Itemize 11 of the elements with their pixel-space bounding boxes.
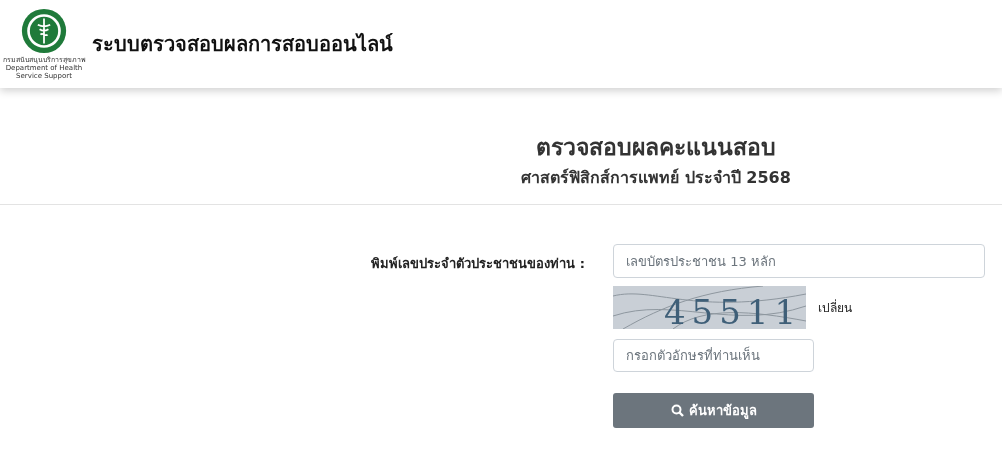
emblem-icon bbox=[21, 8, 67, 54]
search-button[interactable]: ค้นหาข้อมูล bbox=[613, 393, 814, 428]
page-subtitle: ศาสตร์ฟิสิกส์การแพทย์ ประจำปี 2568 bbox=[520, 167, 792, 189]
refresh-captcha-link[interactable]: เปลี่ยน bbox=[818, 298, 852, 317]
search-icon bbox=[670, 404, 684, 417]
site-title: ระบบตรวจสอบผลการสอบออนไลน์ bbox=[92, 31, 393, 58]
captcha-image: 45511 bbox=[613, 286, 806, 329]
id-label: พิมพ์เลขประจำตัวประชาชนของท่าน : bbox=[370, 255, 585, 273]
page-title: ตรวจสอบผลคะแนนสอบ bbox=[535, 133, 777, 162]
captcha-field[interactable]: กรอกตัวอักษรที่ท่านเห็น bbox=[613, 339, 814, 372]
id-number-field[interactable]: เลขบัตรประชาชน 13 หลัก bbox=[613, 244, 985, 278]
